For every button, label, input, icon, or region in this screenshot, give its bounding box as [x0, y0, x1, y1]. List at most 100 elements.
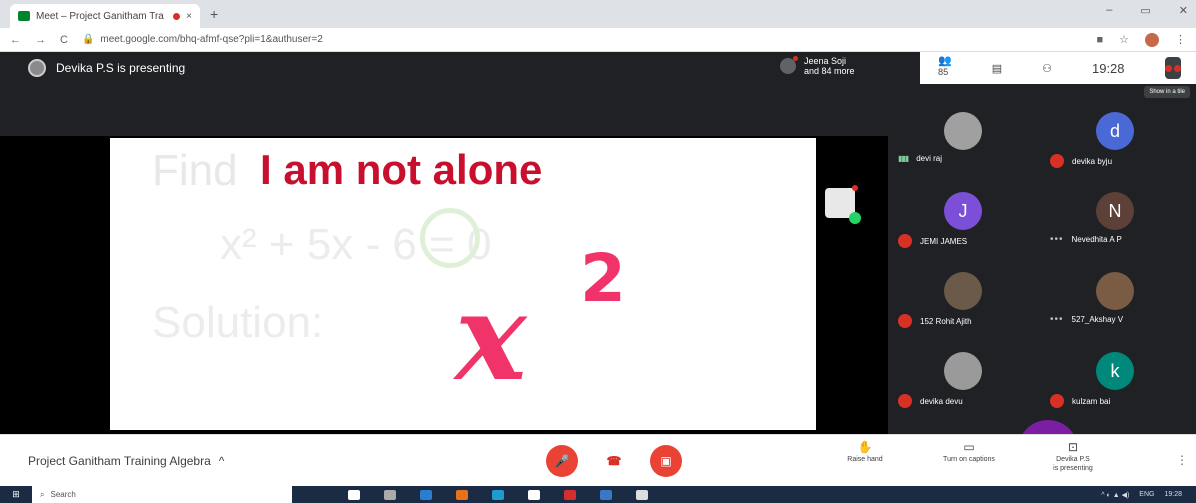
- task-view-icon[interactable]: [384, 489, 396, 500]
- app-icon[interactable]: [456, 489, 468, 500]
- cortana-icon[interactable]: [348, 489, 360, 500]
- search-icon: ⌕: [40, 489, 45, 499]
- ghost-title: Find: [152, 146, 238, 195]
- recording-dot-icon: [852, 185, 858, 191]
- hand-icon: ✋: [857, 440, 873, 454]
- other-participants[interactable]: Jeena Soji and 84 more: [780, 56, 855, 76]
- menu-icon[interactable]: ⋮: [1175, 33, 1186, 46]
- participant-tile[interactable]: J JEMI JAMES: [888, 178, 1040, 258]
- captions-icon: ▭: [963, 440, 975, 454]
- self-mini-tile[interactable]: [1164, 57, 1181, 79]
- whatsapp-icon: [849, 212, 861, 224]
- meeting-title: Project Ganitham Training Algebra: [28, 454, 211, 468]
- reload-button[interactable]: C: [60, 34, 68, 46]
- participant-name: kulzam bai: [1072, 396, 1111, 406]
- lock-icon: 🔒: [81, 34, 95, 45]
- windows-start-icon[interactable]: ⊞: [0, 489, 32, 500]
- file-explorer-icon[interactable]: [420, 489, 432, 500]
- others-count: and 84 more: [804, 66, 855, 76]
- chat-icon[interactable]: ▤: [992, 62, 1002, 75]
- participant-name-row: 152 Rohit Ajith: [898, 314, 972, 328]
- forward-button[interactable]: →: [35, 34, 46, 46]
- browser-tabbar: Meet – Project Ganitham Tra × + – ▭ ✕: [0, 0, 1196, 28]
- participant-name-row: JEMI JAMES: [898, 234, 967, 248]
- activities-icon[interactable]: ⚇: [1042, 62, 1052, 75]
- store-icon[interactable]: [528, 489, 540, 500]
- hang-up-icon: ☎: [606, 454, 622, 468]
- mic-muted-icon: [898, 394, 912, 408]
- tab-title: Meet – Project Ganitham Tra: [36, 10, 164, 22]
- taskbar-clock[interactable]: 19:28: [1164, 491, 1182, 499]
- participant-name-row: ••• Nevedhita A P: [1050, 234, 1122, 245]
- secondary-controls: ✋ Raise hand ▭ Turn on captions ⊡ Devika…: [830, 440, 1108, 473]
- captions-button[interactable]: ▭ Turn on captions: [934, 440, 1004, 473]
- meeting-details-button[interactable]: Project Ganitham Training Algebra ^: [28, 454, 224, 468]
- language-indicator[interactable]: ENG: [1139, 491, 1154, 499]
- recording-dot-icon: [173, 12, 181, 20]
- participant-name: devika byju: [1072, 156, 1113, 166]
- edge-icon[interactable]: [492, 489, 504, 500]
- others-name: Jeena Soji: [804, 56, 847, 66]
- camera-toggle-button[interactable]: ▣: [650, 445, 682, 477]
- participant-tile[interactable]: 152 Rohit Ajith: [888, 258, 1040, 338]
- os-taskbar: ⊞ ⌕ Search ^ ◐ ▲ ◀) ENG 19:28: [0, 486, 1196, 503]
- window-controls: – ▭ ✕: [1106, 4, 1188, 17]
- speaking-indicator-icon: ▮▮▮: [898, 154, 909, 163]
- minimize-button[interactable]: –: [1106, 4, 1112, 17]
- participant-tile[interactable]: ••• 527_Akshay V: [1040, 258, 1192, 338]
- mic-toggle-button[interactable]: 🎤: [546, 445, 578, 477]
- mic-muted-icon: [898, 314, 912, 328]
- people-button[interactable]: 👥85: [938, 54, 952, 83]
- tab-close-button[interactable]: ×: [186, 11, 192, 22]
- camera-icon[interactable]: ■: [1096, 34, 1103, 46]
- big-superscript: 2: [580, 240, 626, 317]
- mail-icon[interactable]: [600, 489, 612, 500]
- participant-tile[interactable]: ▮▮▮ devi raj: [888, 98, 1040, 178]
- meet-favicon-icon: [18, 11, 30, 21]
- participant-name-row: devika byju: [1050, 154, 1112, 168]
- chevron-up-icon: ^: [218, 454, 225, 468]
- mic-muted-icon: [1050, 394, 1064, 408]
- restore-button[interactable]: ▭: [1140, 4, 1150, 17]
- raise-hand-button[interactable]: ✋ Raise hand: [830, 440, 900, 473]
- star-icon[interactable]: ☆: [1119, 33, 1129, 46]
- more-options-icon[interactable]: ⋮: [1176, 453, 1188, 467]
- new-tab-button[interactable]: +: [210, 6, 218, 22]
- participant-tile[interactable]: N ••• Nevedhita A P: [1040, 178, 1192, 258]
- cam-off-icon: [1173, 64, 1181, 72]
- participant-avatar: [780, 56, 798, 74]
- close-window-button[interactable]: ✕: [1179, 4, 1188, 17]
- presenting-button[interactable]: ⊡ Devika P.S is presenting: [1038, 441, 1108, 473]
- office-icon[interactable]: [564, 489, 576, 500]
- participant-tile[interactable]: devika devu: [888, 338, 1040, 418]
- url-field[interactable]: 🔒 meet.google.com/bhq-afmf-qse?pli=1&aut…: [82, 34, 1083, 45]
- participant-photo: [944, 352, 982, 390]
- chrome-icon[interactable]: [636, 489, 648, 500]
- leave-call-button[interactable]: ☎: [598, 445, 630, 477]
- back-button[interactable]: ←: [10, 34, 21, 46]
- self-view-tile[interactable]: [825, 185, 861, 224]
- search-label: Search: [50, 490, 76, 499]
- participant-tile[interactable]: k kulzam bai: [1040, 338, 1192, 418]
- participant-initial-avatar: k: [1096, 352, 1134, 390]
- taskbar-apps: [348, 489, 648, 500]
- presentation-stage: Find x² + 5x - 6 = 0 Solution: I am not …: [0, 84, 888, 434]
- participant-photo: [1096, 272, 1134, 310]
- participant-initial-avatar: N: [1096, 192, 1134, 230]
- presenting-text: Devika P.S is presenting: [56, 61, 186, 75]
- tray-icons[interactable]: ^ ◐ ▲ ◀): [1101, 491, 1129, 499]
- participant-photo: [944, 272, 982, 310]
- participant-name: 527_Akshay V: [1071, 315, 1124, 324]
- camera-off-icon: ▣: [660, 454, 672, 468]
- meet-top-bar: Devika P.S is presenting Jeena Soji and …: [0, 52, 1196, 84]
- profile-avatar[interactable]: [1145, 32, 1159, 47]
- system-tray: ^ ◐ ▲ ◀) ENG 19:28: [1101, 491, 1196, 499]
- participant-name: devi raj: [916, 154, 943, 163]
- participant-tile[interactable]: d devika byju: [1040, 98, 1192, 178]
- call-controls: 🎤 ☎ ▣: [546, 445, 682, 477]
- address-bar: ← → C 🔒 meet.google.com/bhq-afmf-qse?pli…: [0, 28, 1196, 52]
- tile-tooltip: Show in a tile: [1144, 86, 1190, 98]
- audio-level-icon: •••: [1050, 234, 1064, 245]
- taskbar-search[interactable]: ⌕ Search: [32, 486, 292, 503]
- browser-tab[interactable]: Meet – Project Ganitham Tra ×: [10, 4, 200, 28]
